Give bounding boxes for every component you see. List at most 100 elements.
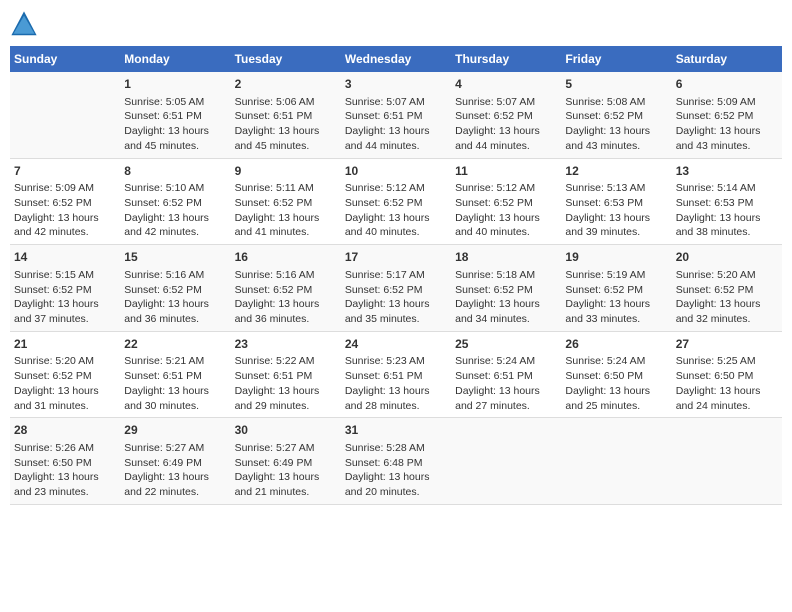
calendar-cell: 8Sunrise: 5:10 AMSunset: 6:52 PMDaylight…	[120, 158, 230, 245]
weekday-header-friday: Friday	[561, 46, 671, 72]
day-number: 18	[455, 249, 557, 266]
day-number: 2	[235, 76, 337, 93]
day-detail: Sunrise: 5:27 AMSunset: 6:49 PMDaylight:…	[235, 441, 337, 500]
weekday-header-monday: Monday	[120, 46, 230, 72]
calendar-cell: 11Sunrise: 5:12 AMSunset: 6:52 PMDayligh…	[451, 158, 561, 245]
calendar-cell: 30 Sunrise: 5:27 AMSunset: 6:49 PMDayligh…	[231, 418, 341, 505]
calendar-cell: 27Sunrise: 5:25 AMSunset: 6:50 PMDayligh…	[672, 331, 782, 418]
calendar-cell: 21Sunrise: 5:20 AMSunset: 6:52 PMDayligh…	[10, 331, 120, 418]
day-number: 25	[455, 336, 557, 353]
calendar-table: SundayMondayTuesdayWednesdayThursdayFrid…	[10, 46, 782, 505]
day-detail: Sunrise: 5:24 AMSunset: 6:51 PMDaylight:…	[455, 354, 557, 413]
logo-icon	[10, 10, 38, 38]
calendar-cell	[10, 72, 120, 158]
day-detail: Sunrise: 5:20 AMSunset: 6:52 PMDaylight:…	[14, 354, 116, 413]
day-detail: Sunrise: 5:28 AMSunset: 6:48 PMDaylight:…	[345, 441, 447, 500]
calendar-cell: 15 Sunrise: 5:16 AMSunset: 6:52 PMDayligh…	[120, 245, 230, 332]
day-number: 22	[124, 336, 226, 353]
calendar-cell: 1 Sunrise: 5:05 AMSunset: 6:51 PMDaylight…	[120, 72, 230, 158]
day-number: 15	[124, 249, 226, 266]
day-number: 30	[235, 422, 337, 439]
week-row-3: 21Sunrise: 5:20 AMSunset: 6:52 PMDayligh…	[10, 331, 782, 418]
day-number: 23	[235, 336, 337, 353]
calendar-cell	[451, 418, 561, 505]
calendar-cell	[561, 418, 671, 505]
day-detail: Sunrise: 5:13 AMSunset: 6:53 PMDaylight:…	[565, 181, 667, 240]
day-number: 6	[676, 76, 778, 93]
weekday-header-wednesday: Wednesday	[341, 46, 451, 72]
day-number: 28	[14, 422, 116, 439]
calendar-cell: 18 Sunrise: 5:18 AMSunset: 6:52 PMDayligh…	[451, 245, 561, 332]
day-detail: Sunrise: 5:17 AMSunset: 6:52 PMDaylight:…	[345, 268, 447, 327]
day-detail: Sunrise: 5:14 AMSunset: 6:53 PMDaylight:…	[676, 181, 778, 240]
day-number: 7	[14, 163, 116, 180]
calendar-cell: 4 Sunrise: 5:07 AMSunset: 6:52 PMDaylight…	[451, 72, 561, 158]
day-detail: Sunrise: 5:07 AMSunset: 6:52 PMDaylight:…	[455, 95, 557, 154]
calendar-cell: 20 Sunrise: 5:20 AMSunset: 6:52 PMDayligh…	[672, 245, 782, 332]
day-detail: Sunrise: 5:20 AMSunset: 6:52 PMDaylight:…	[676, 268, 778, 327]
day-detail: Sunrise: 5:19 AMSunset: 6:52 PMDaylight:…	[565, 268, 667, 327]
day-number: 4	[455, 76, 557, 93]
calendar-cell: 31 Sunrise: 5:28 AMSunset: 6:48 PMDayligh…	[341, 418, 451, 505]
day-number: 3	[345, 76, 447, 93]
day-number: 11	[455, 163, 557, 180]
calendar-cell: 6Sunrise: 5:09 AMSunset: 6:52 PMDaylight…	[672, 72, 782, 158]
day-number: 14	[14, 249, 116, 266]
day-number: 24	[345, 336, 447, 353]
calendar-cell: 25Sunrise: 5:24 AMSunset: 6:51 PMDayligh…	[451, 331, 561, 418]
calendar-cell: 16 Sunrise: 5:16 AMSunset: 6:52 PMDayligh…	[231, 245, 341, 332]
day-detail: Sunrise: 5:07 AMSunset: 6:51 PMDaylight:…	[345, 95, 447, 154]
day-detail: Sunrise: 5:06 AMSunset: 6:51 PMDaylight:…	[235, 95, 337, 154]
day-detail: Sunrise: 5:11 AMSunset: 6:52 PMDaylight:…	[235, 181, 337, 240]
logo	[10, 10, 42, 38]
calendar-cell: 2 Sunrise: 5:06 AMSunset: 6:51 PMDaylight…	[231, 72, 341, 158]
week-row-2: 14 Sunrise: 5:15 AMSunset: 6:52 PMDayligh…	[10, 245, 782, 332]
calendar-cell: 10Sunrise: 5:12 AMSunset: 6:52 PMDayligh…	[341, 158, 451, 245]
day-number: 21	[14, 336, 116, 353]
day-detail: Sunrise: 5:24 AMSunset: 6:50 PMDaylight:…	[565, 354, 667, 413]
day-detail: Sunrise: 5:18 AMSunset: 6:52 PMDaylight:…	[455, 268, 557, 327]
day-number: 31	[345, 422, 447, 439]
day-detail: Sunrise: 5:16 AMSunset: 6:52 PMDaylight:…	[124, 268, 226, 327]
day-number: 13	[676, 163, 778, 180]
calendar-cell: 5Sunrise: 5:08 AMSunset: 6:52 PMDaylight…	[561, 72, 671, 158]
calendar-cell: 9Sunrise: 5:11 AMSunset: 6:52 PMDaylight…	[231, 158, 341, 245]
weekday-header-saturday: Saturday	[672, 46, 782, 72]
day-detail: Sunrise: 5:12 AMSunset: 6:52 PMDaylight:…	[455, 181, 557, 240]
day-detail: Sunrise: 5:16 AMSunset: 6:52 PMDaylight:…	[235, 268, 337, 327]
week-row-4: 28 Sunrise: 5:26 AMSunset: 6:50 PMDayligh…	[10, 418, 782, 505]
calendar-cell: 29 Sunrise: 5:27 AMSunset: 6:49 PMDayligh…	[120, 418, 230, 505]
day-number: 27	[676, 336, 778, 353]
day-number: 20	[676, 249, 778, 266]
day-number: 12	[565, 163, 667, 180]
day-detail: Sunrise: 5:26 AMSunset: 6:50 PMDaylight:…	[14, 441, 116, 500]
day-detail: Sunrise: 5:27 AMSunset: 6:49 PMDaylight:…	[124, 441, 226, 500]
day-number: 16	[235, 249, 337, 266]
day-detail: Sunrise: 5:25 AMSunset: 6:50 PMDaylight:…	[676, 354, 778, 413]
calendar-cell: 17 Sunrise: 5:17 AMSunset: 6:52 PMDayligh…	[341, 245, 451, 332]
calendar-cell	[672, 418, 782, 505]
day-number: 17	[345, 249, 447, 266]
day-number: 29	[124, 422, 226, 439]
calendar-cell: 22Sunrise: 5:21 AMSunset: 6:51 PMDayligh…	[120, 331, 230, 418]
day-number: 5	[565, 76, 667, 93]
weekday-header-sunday: Sunday	[10, 46, 120, 72]
weekday-header-tuesday: Tuesday	[231, 46, 341, 72]
calendar-cell: 28 Sunrise: 5:26 AMSunset: 6:50 PMDayligh…	[10, 418, 120, 505]
day-number: 8	[124, 163, 226, 180]
calendar-cell: 23Sunrise: 5:22 AMSunset: 6:51 PMDayligh…	[231, 331, 341, 418]
page-header	[10, 10, 782, 38]
day-number: 9	[235, 163, 337, 180]
day-detail: Sunrise: 5:15 AMSunset: 6:52 PMDaylight:…	[14, 268, 116, 327]
calendar-cell: 12Sunrise: 5:13 AMSunset: 6:53 PMDayligh…	[561, 158, 671, 245]
weekday-header-row: SundayMondayTuesdayWednesdayThursdayFrid…	[10, 46, 782, 72]
calendar-cell: 13Sunrise: 5:14 AMSunset: 6:53 PMDayligh…	[672, 158, 782, 245]
day-detail: Sunrise: 5:05 AMSunset: 6:51 PMDaylight:…	[124, 95, 226, 154]
day-detail: Sunrise: 5:21 AMSunset: 6:51 PMDaylight:…	[124, 354, 226, 413]
week-row-1: 7Sunrise: 5:09 AMSunset: 6:52 PMDaylight…	[10, 158, 782, 245]
calendar-cell: 7Sunrise: 5:09 AMSunset: 6:52 PMDaylight…	[10, 158, 120, 245]
day-number: 1	[124, 76, 226, 93]
day-detail: Sunrise: 5:22 AMSunset: 6:51 PMDaylight:…	[235, 354, 337, 413]
day-detail: Sunrise: 5:23 AMSunset: 6:51 PMDaylight:…	[345, 354, 447, 413]
week-row-0: 1 Sunrise: 5:05 AMSunset: 6:51 PMDaylight…	[10, 72, 782, 158]
